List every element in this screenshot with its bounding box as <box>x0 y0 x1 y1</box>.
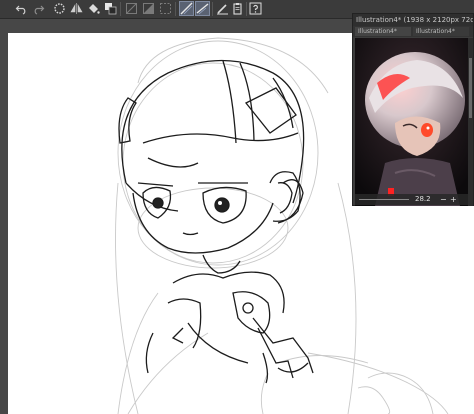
toolbar-separator <box>246 2 247 16</box>
selection-button[interactable] <box>158 1 173 16</box>
color-swap-button[interactable] <box>103 1 118 16</box>
perspective-ruler-icon <box>196 3 209 15</box>
layer-opacity-icon <box>143 3 154 14</box>
loading-spinner-button[interactable] <box>52 1 67 16</box>
toolbar-separator <box>175 2 176 16</box>
navigator-tab[interactable]: Illustration4* <box>355 27 411 36</box>
help-button[interactable] <box>248 1 263 16</box>
selection-icon <box>160 3 171 14</box>
flip-button[interactable] <box>69 1 84 16</box>
toolbar-separator <box>212 2 213 16</box>
navigator-panel: Illustration4* (1938 x 2120px 72dpi Illu… <box>352 13 474 206</box>
brush-settings-icon <box>217 4 228 15</box>
flip-icon <box>70 3 83 14</box>
paint-bucket-button[interactable] <box>86 1 101 16</box>
clipboard-icon <box>233 3 242 15</box>
undo-button[interactable] <box>14 1 29 16</box>
ruler-line-button[interactable] <box>179 1 194 16</box>
navigator-title[interactable]: Illustration4* (1938 x 2120px 72dpi <box>353 14 473 26</box>
transform-button[interactable] <box>124 1 139 16</box>
help-icon <box>249 2 262 15</box>
clipboard-button[interactable] <box>230 1 245 16</box>
toolbar-separator <box>120 2 121 16</box>
perspective-ruler-button[interactable] <box>195 1 210 16</box>
navigator-zoom-bar: 28.2 − + <box>355 194 468 205</box>
navigator-scrollbar[interactable] <box>468 38 473 206</box>
paint-bucket-icon <box>89 4 100 14</box>
zoom-in-button[interactable]: + <box>450 194 457 205</box>
navigator-preview[interactable] <box>355 38 468 206</box>
transform-icon <box>126 3 137 14</box>
brush-settings-button[interactable] <box>215 1 230 16</box>
layer-opacity-button[interactable] <box>141 1 156 16</box>
preview-illustration <box>355 38 468 206</box>
color-swap-icon <box>105 3 117 15</box>
zoom-out-button[interactable]: − <box>440 194 447 205</box>
ruler-line-icon <box>180 2 193 15</box>
redo-button[interactable] <box>31 1 46 16</box>
navigator-tab[interactable]: Illustration4* <box>413 27 469 36</box>
redo-icon <box>34 5 45 15</box>
zoom-slider[interactable] <box>359 199 409 200</box>
zoom-value[interactable]: 28.2 <box>415 194 431 205</box>
navigator-tab-bar: Illustration4* Illustration4* <box>353 26 473 37</box>
loading-spinner-icon <box>54 3 65 14</box>
undo-icon <box>15 5 26 15</box>
scrollbar-thumb[interactable] <box>469 58 472 118</box>
